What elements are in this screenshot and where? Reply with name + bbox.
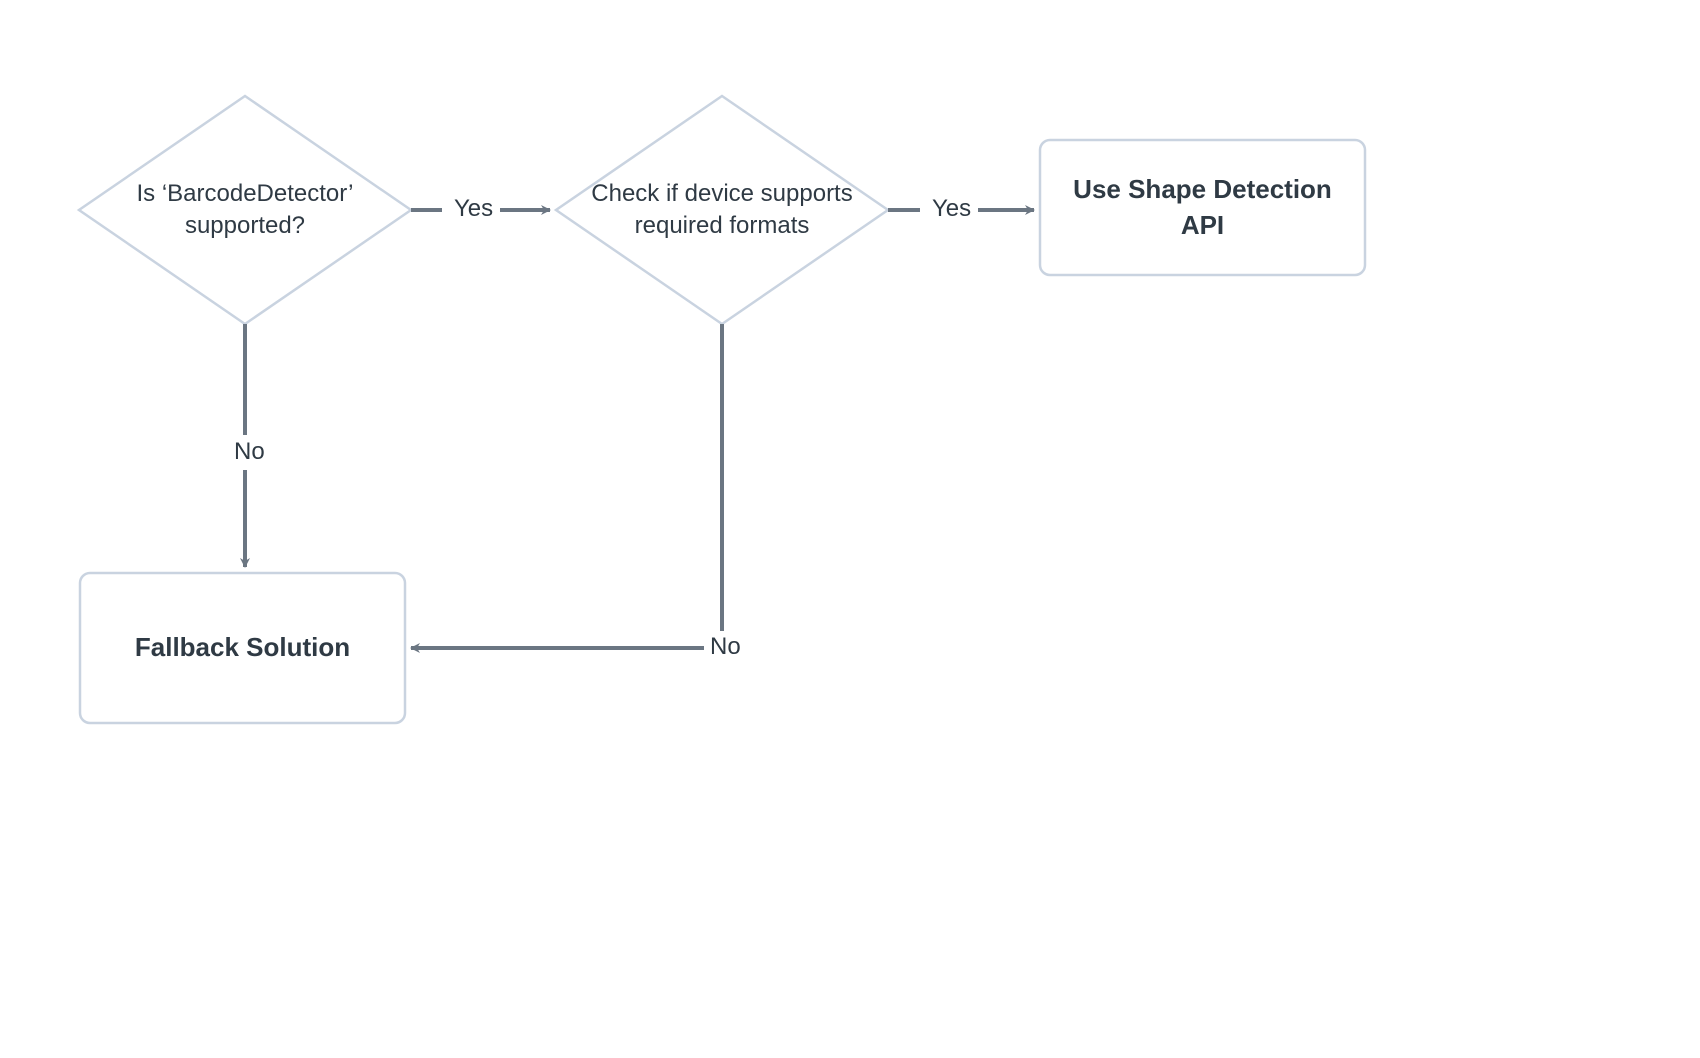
decision-device-formats [556,96,888,324]
node-fallback-solution [80,573,405,723]
decision-barcode-detector [79,96,411,324]
flowchart-canvas [0,0,1700,1058]
node-use-shape-detection-api [1040,140,1365,275]
